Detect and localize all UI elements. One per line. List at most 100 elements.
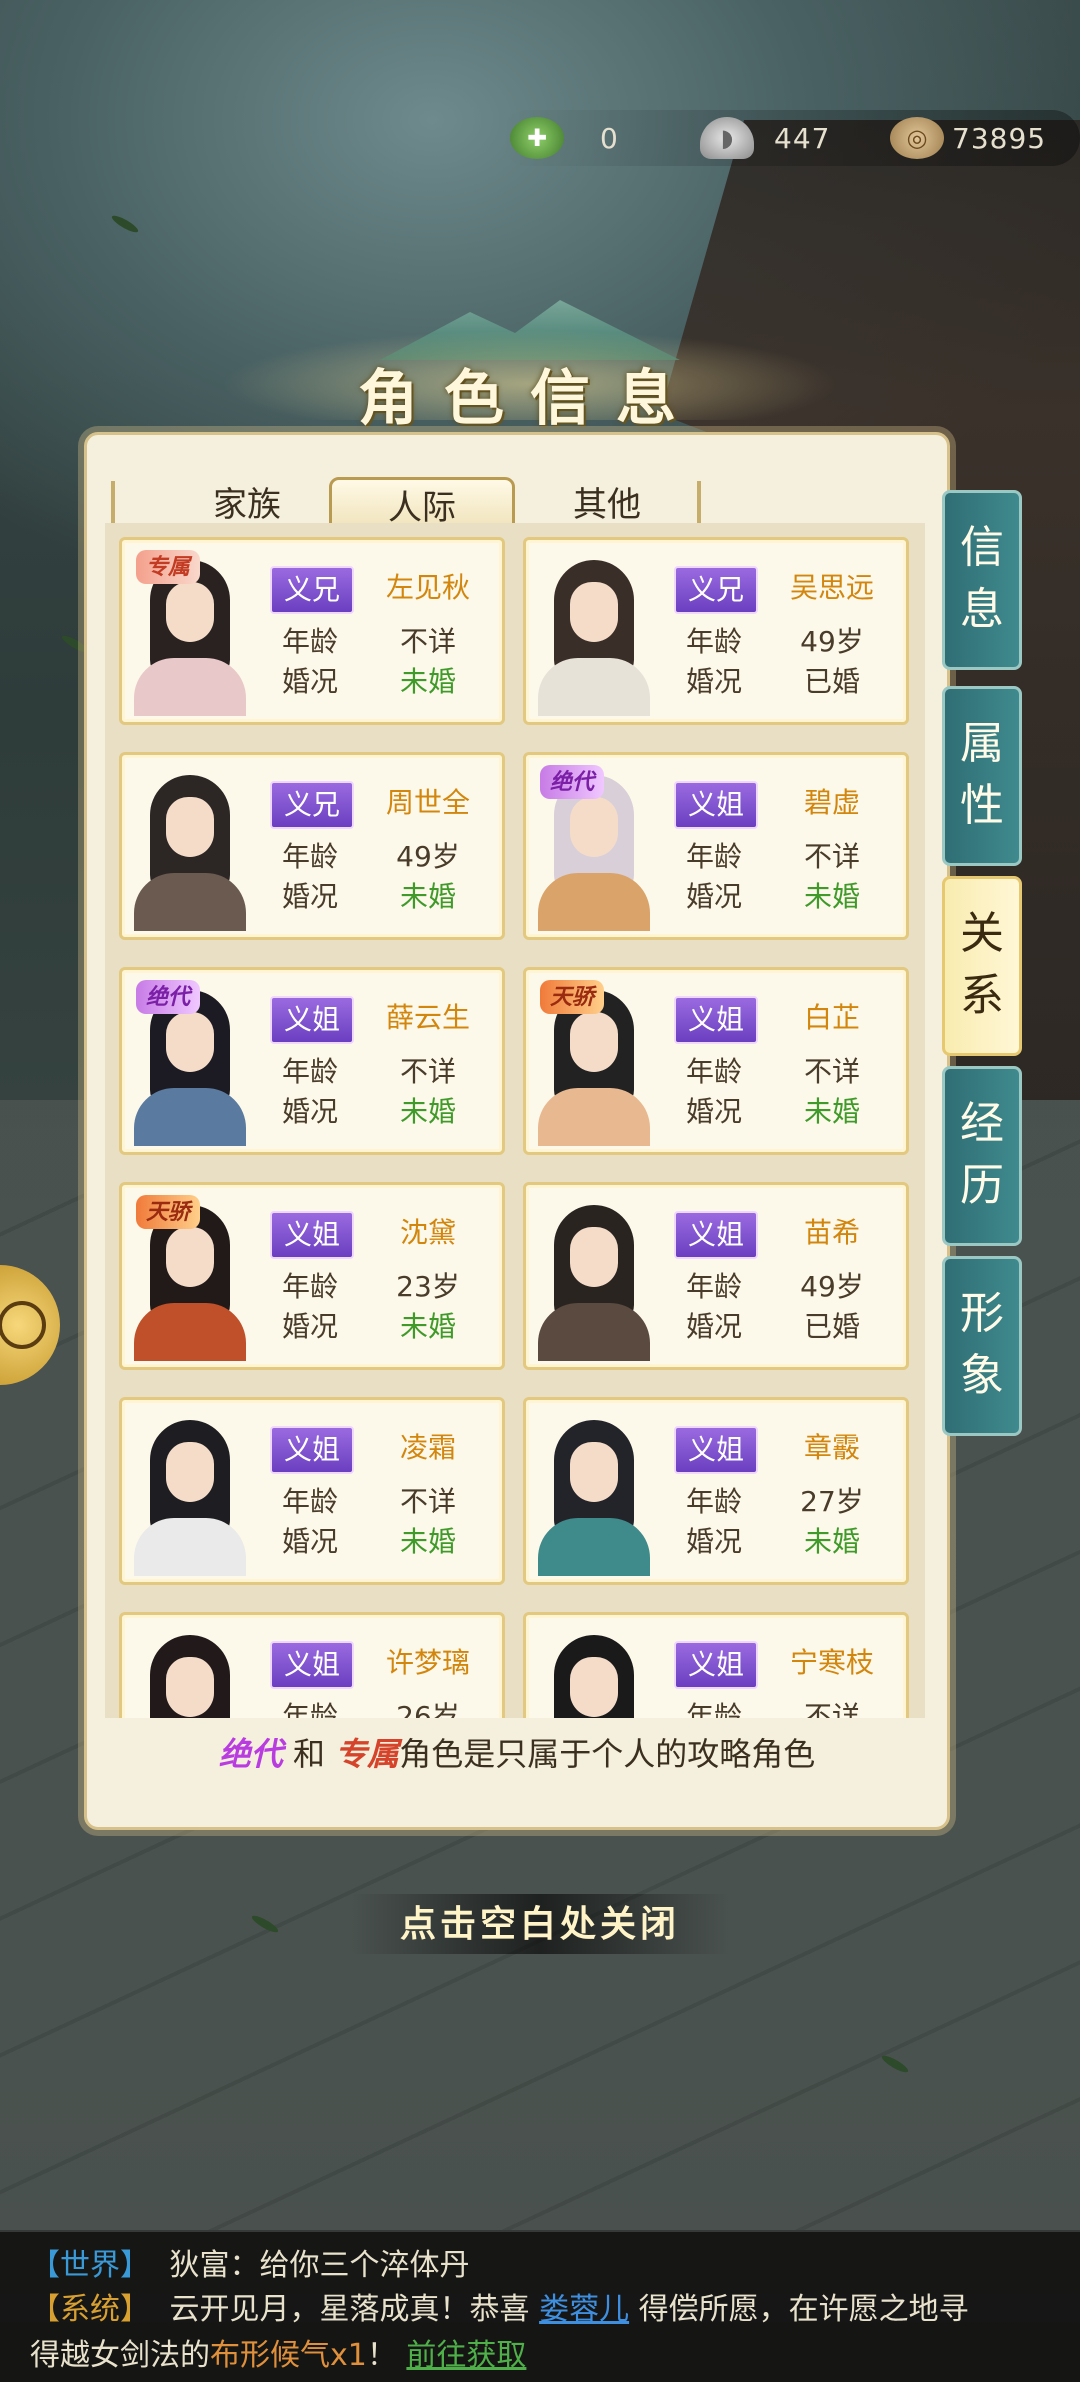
side-tab-label: 关系: [960, 908, 1004, 1021]
marital-label: 婚况: [281, 1310, 338, 1343]
relation-tag: 义姐: [674, 781, 758, 829]
relation-card[interactable]: 义姐 凌霜 年龄 不详 婚况 未婚: [119, 1397, 505, 1585]
relation-card[interactable]: 义姐 苗希 年龄 49岁 婚况 已婚: [523, 1182, 909, 1370]
marital-label: 婚况: [281, 880, 338, 913]
portrait-body: [538, 1088, 650, 1146]
chat-message: 得越女剑法的: [30, 2338, 210, 2373]
marital-label: 婚况: [281, 1095, 338, 1128]
portrait-body: [538, 873, 650, 931]
portrait-face: [570, 1657, 618, 1717]
age-label: 年龄: [281, 1485, 338, 1518]
relation-tag: 义兄: [270, 566, 354, 614]
character-name: 苗希: [803, 1216, 860, 1249]
relation-tag: 义姐: [674, 996, 758, 1044]
relation-card[interactable]: 义姐 章霰 年龄 27岁 婚况 未婚: [523, 1397, 909, 1585]
character-name: 吴思远: [789, 571, 874, 604]
marital-value: 未婚: [399, 1310, 456, 1343]
age-value: 23岁: [396, 1270, 460, 1303]
age-label: 年龄: [685, 1270, 742, 1303]
rarity-badge: 天骄: [540, 980, 605, 1014]
age-value: 不详: [399, 1055, 456, 1088]
chat-icon: [0, 1301, 46, 1349]
character-portrait: 天骄: [128, 1191, 252, 1361]
currency-jade[interactable]: ✚ 0: [510, 110, 619, 166]
goto-obtain-link[interactable]: 前往获取: [406, 2338, 526, 2373]
marital-label: 婚况: [685, 1525, 742, 1558]
character-portrait: [128, 1621, 252, 1718]
side-tab-attributes[interactable]: 属性: [942, 686, 1022, 866]
portrait-face: [166, 1012, 214, 1072]
portrait-face: [166, 1657, 214, 1717]
marital-label: 婚况: [281, 665, 338, 698]
rarity-badge: 绝代: [540, 765, 605, 799]
system-channel-tag: 【系统】: [30, 2292, 150, 2327]
relation-card[interactable]: 义兄 吴思远 年龄 49岁 婚况 已婚: [523, 537, 909, 725]
side-tab-label: 经历: [960, 1098, 1004, 1211]
portrait-body: [538, 658, 650, 716]
marital-label: 婚况: [281, 1525, 338, 1558]
relation-card[interactable]: 天骄 义姐 沈黛 年龄 23岁 婚况 未婚: [119, 1182, 505, 1370]
age-label: 年龄: [685, 1055, 742, 1088]
portrait-face: [166, 1442, 214, 1502]
chat-message: 狄富：给你三个淬体丹: [169, 2248, 470, 2283]
side-tab-appearance[interactable]: 形象: [942, 1256, 1022, 1436]
marital-value: 未婚: [803, 1525, 860, 1558]
item-link[interactable]: 布形候气x1: [210, 2338, 367, 2373]
age-value: 不详: [399, 625, 456, 658]
hint-and: 和: [282, 1735, 336, 1773]
marital-value: 已婚: [803, 665, 860, 698]
character-name: 左见秋: [385, 571, 470, 604]
age-value: 49岁: [800, 1270, 864, 1303]
player-name-link[interactable]: 娄蓉儿: [539, 2292, 629, 2327]
character-name: 章霰: [803, 1431, 860, 1464]
relation-card[interactable]: 专属 义兄 左见秋 年龄 不详 婚况 未婚: [119, 537, 505, 725]
portrait-body: [134, 1303, 246, 1361]
marital-label: 婚况: [685, 665, 742, 698]
portrait-body: [134, 1088, 246, 1146]
age-value: 49岁: [396, 840, 460, 873]
relation-tag: 义姐: [270, 1211, 354, 1259]
rarity-badge: 绝代: [136, 980, 201, 1014]
relation-card[interactable]: 绝代 义姐 碧虚 年龄 不详 婚况 未婚: [523, 752, 909, 940]
relation-card[interactable]: 义姐宁寒枝年龄不详婚况: [523, 1612, 909, 1718]
jade-icon: ✚: [510, 117, 564, 159]
chat-feed[interactable]: 【世界】 狄富：给你三个淬体丹 【系统】 云开见月，星落成真！恭喜 娄蓉儿 得偿…: [0, 2232, 1080, 2382]
chat-message: ！: [366, 2338, 407, 2373]
age-label: 年龄: [685, 625, 742, 658]
relation-card[interactable]: 天骄 义姐 白芷 年龄 不详 婚况 未婚: [523, 967, 909, 1155]
close-hint[interactable]: 点击空白处关闭: [350, 1894, 730, 1954]
relation-tag: 义姐: [270, 996, 354, 1044]
relations-list[interactable]: 专属 义兄 左见秋 年龄 不详 婚况 未婚 义兄 吴思远 年龄 49岁 婚况 已婚 义兄 周世全 年龄 49岁婚…: [105, 523, 925, 1718]
character-portrait: 专属: [128, 546, 252, 716]
character-portrait: [128, 761, 252, 931]
character-name: 沈黛: [399, 1216, 456, 1249]
zhuanshu-tag: 专属: [335, 1735, 400, 1773]
tab-separator: [697, 481, 701, 529]
currency-silver[interactable]: ◗ 447: [700, 110, 830, 166]
juedai-tag: 绝代: [218, 1735, 283, 1773]
age-value: 不详: [803, 1700, 860, 1718]
copper-coin-icon: ◎: [890, 117, 944, 159]
relation-tag: 义姐: [270, 1641, 354, 1689]
marital-label: 婚况: [685, 1095, 742, 1128]
world-channel-tag: 【世界】: [30, 2248, 150, 2283]
portrait-body: [134, 658, 246, 716]
portrait-face: [166, 1227, 214, 1287]
currency-coin[interactable]: ◎ 73895: [890, 110, 1046, 166]
age-label: 年龄: [281, 1700, 338, 1718]
relation-card[interactable]: 义兄 周世全 年龄 49岁 婚况 未婚: [119, 752, 505, 940]
relation-card[interactable]: 绝代 义姐 薛云生 年龄 不详 婚况 未婚: [119, 967, 505, 1155]
character-name: 薛云生: [385, 1001, 470, 1034]
page-title: 角色信息: [358, 364, 702, 434]
chat-message: 得偿所愿，在许愿之地寻: [629, 2292, 969, 2327]
side-tab-info[interactable]: 信息: [942, 490, 1022, 670]
age-label: 年龄: [281, 1055, 338, 1088]
portrait-face: [570, 1442, 618, 1502]
marital-value: 已婚: [803, 1310, 860, 1343]
side-tab-relations[interactable]: 关系: [942, 876, 1022, 1056]
marital-value: 未婚: [803, 1095, 860, 1128]
side-tab-experience[interactable]: 经历: [942, 1066, 1022, 1246]
character-name: 白芷: [803, 1001, 860, 1034]
hint-rest: 角色是只属于个人的攻略角色: [399, 1735, 816, 1773]
relation-card[interactable]: 义姐许梦璃年龄26岁婚况: [119, 1612, 505, 1718]
